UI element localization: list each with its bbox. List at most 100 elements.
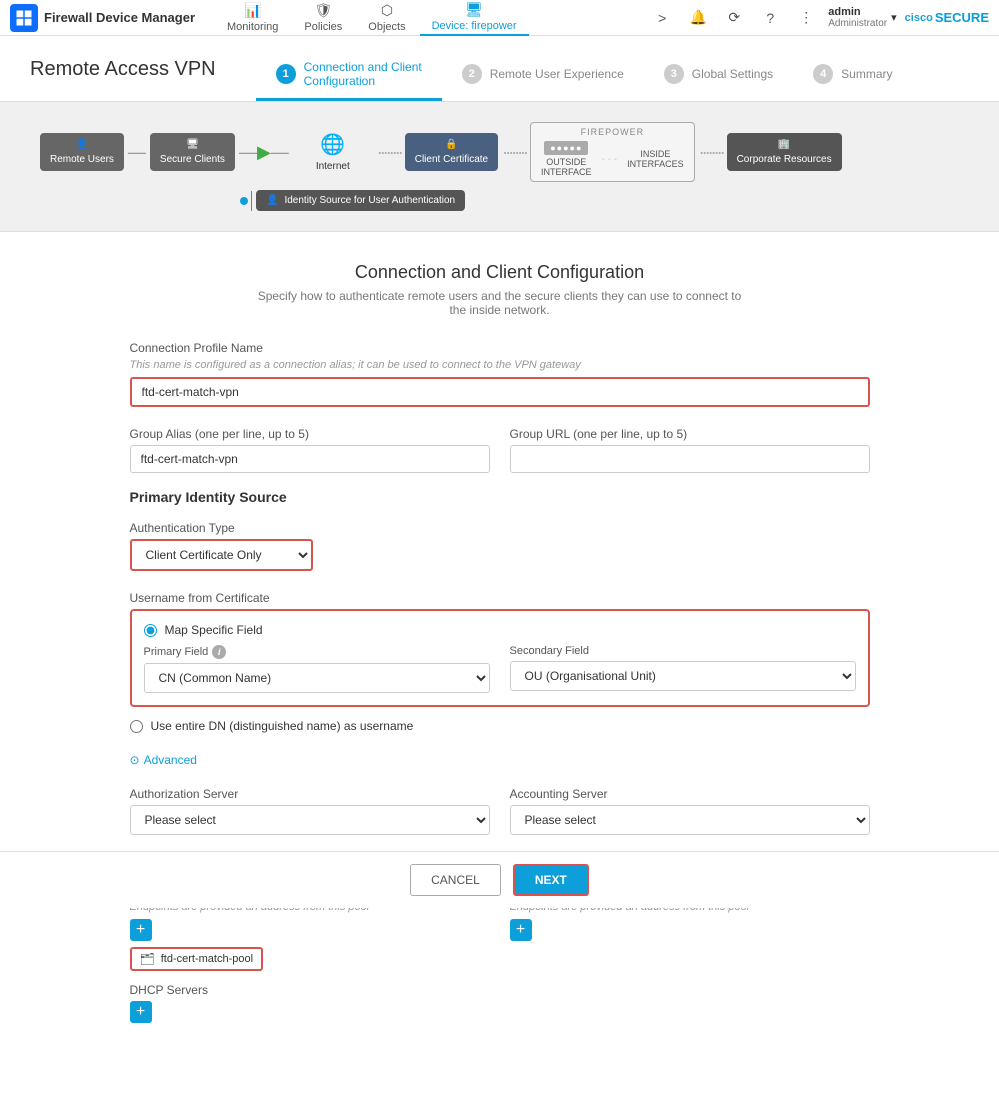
connector-5: ········ — [695, 142, 727, 163]
device-icon: 🖥 — [465, 1, 483, 18]
auth-server-select[interactable]: Please select — [130, 805, 490, 835]
connection-profile-input[interactable] — [130, 377, 870, 407]
top-nav: Firewall Device Manager 📊 Monitoring 🛡 P… — [0, 0, 999, 36]
auth-type-label: Authentication Type — [130, 521, 870, 535]
advanced-section: ⊙ Advanced — [130, 753, 870, 767]
map-specific-radio[interactable] — [144, 624, 157, 637]
step-2-num: 2 — [462, 64, 482, 84]
acct-server-label: Accounting Server — [510, 787, 870, 801]
username-cert-box: Map Specific Field Primary Field i CN (C… — [130, 609, 870, 707]
ipv4-add-button[interactable]: + — [130, 919, 152, 941]
secondary-field-select[interactable]: OU (Organisational Unit) CN (Common Name… — [510, 661, 856, 691]
group-url-input[interactable] — [510, 445, 870, 473]
more-icon[interactable]: ⋮ — [792, 4, 820, 32]
user-chevron-icon: ▾ — [891, 11, 897, 24]
nav-device[interactable]: 🖥 Device: firepower — [420, 0, 529, 36]
group-alias-input[interactable] — [130, 445, 490, 473]
step-3-num: 3 — [664, 64, 684, 84]
wizard-steps: 1 Connection and ClientConfiguration 2 R… — [256, 50, 913, 101]
cisco-logo: cisco SECURE — [905, 10, 989, 25]
auth-type-select[interactable]: Client Certificate Only AAA Only AAA and… — [132, 541, 311, 569]
wizard-step-1[interactable]: 1 Connection and ClientConfiguration — [256, 50, 442, 101]
nav-objects[interactable]: ⬡ Objects — [356, 0, 417, 36]
page-header: Remote Access VPN 1 Connection and Clien… — [0, 36, 999, 102]
dhcp-label: DHCP Servers — [130, 983, 870, 997]
page-title: Remote Access VPN — [30, 58, 216, 81]
user-role: Administrator — [828, 18, 887, 29]
group-alias-col: Group Alias (one per line, up to 5) — [130, 427, 490, 473]
cancel-button[interactable]: CANCEL — [410, 864, 501, 896]
nav-items: 📊 Monitoring 🛡 Policies ⬡ Objects 🖥 Devi… — [215, 0, 648, 36]
nav-right: > 🔔 ⟳ ? ⋮ admin Administrator ▾ cisco SE… — [648, 4, 989, 32]
diagram-remote-users: 👤 Remote Users — [40, 133, 124, 171]
primary-field-col: Primary Field i CN (Common Name) OU (Org… — [144, 645, 490, 693]
sync-icon[interactable]: ⟳ — [720, 4, 748, 32]
connection-profile-label: Connection Profile Name — [130, 341, 870, 355]
secondary-field-col: Secondary Field OU (Organisational Unit)… — [510, 645, 856, 693]
primary-field-info-icon[interactable]: i — [212, 645, 226, 659]
auth-type-highlight-box: Client Certificate Only AAA Only AAA and… — [130, 539, 313, 571]
group-row: Group Alias (one per line, up to 5) Grou… — [130, 427, 870, 473]
primary-field-select[interactable]: CN (Common Name) OU (Organisational Unit… — [144, 663, 490, 693]
dhcp-section: DHCP Servers + — [130, 983, 870, 1023]
nav-policies[interactable]: 🛡 Policies — [292, 0, 354, 36]
diagram-identity: 👤 Identity Source for User Authenticatio… — [256, 190, 465, 211]
diagram-sub-row: 👤 Identity Source for User Authenticatio… — [40, 190, 959, 211]
use-entire-dn-row: Use entire DN (distinguished name) as us… — [130, 719, 870, 733]
ipv6-add-button[interactable]: + — [510, 919, 532, 941]
wizard-step-3[interactable]: 3 Global Settings — [644, 54, 793, 97]
user-menu[interactable]: admin Administrator ▾ — [828, 6, 896, 29]
pool-tag-icon: 🗂 — [140, 952, 155, 966]
policies-icon: 🛡 — [314, 2, 332, 19]
use-dn-label: Use entire DN (distinguished name) as us… — [151, 719, 414, 733]
username-cert-label: Username from Certificate — [130, 591, 870, 605]
diagram-corporate: 🏢 Corporate Resources — [727, 133, 842, 171]
advanced-link[interactable]: ⊙ Advanced — [130, 753, 870, 767]
server-row: Authorization Server Please select Accou… — [130, 787, 870, 835]
step-4-label: Summary — [841, 67, 892, 81]
connector-3: ········ — [373, 142, 405, 163]
acct-server-select[interactable]: Please select — [510, 805, 870, 835]
app-title: Firewall Device Manager — [44, 10, 195, 25]
username-cert-section: Username from Certificate Map Specific F… — [130, 591, 870, 733]
notification-icon[interactable]: 🔔 — [684, 4, 712, 32]
map-specific-label: Map Specific Field — [165, 623, 263, 637]
primary-field-label: Primary Field i — [144, 645, 490, 659]
connector-4: ········ — [498, 142, 530, 163]
step-2-label: Remote User Experience — [490, 67, 624, 81]
field-row: Primary Field i CN (Common Name) OU (Org… — [144, 645, 856, 693]
help-icon[interactable]: ? — [756, 4, 784, 32]
auth-server-label: Authorization Server — [130, 787, 490, 801]
terminal-icon[interactable]: > — [648, 4, 676, 32]
group-url-label: Group URL (one per line, up to 5) — [510, 427, 870, 441]
dhcp-add-button[interactable]: + — [130, 1001, 152, 1023]
objects-icon: ⬡ — [381, 2, 393, 19]
nav-logo: Firewall Device Manager — [10, 4, 195, 32]
nav-monitoring[interactable]: 📊 Monitoring — [215, 0, 290, 36]
diagram-client-cert: 🔒 Client Certificate — [405, 133, 498, 171]
map-specific-row: Map Specific Field — [144, 623, 856, 637]
connector-2: —▶— — [235, 142, 293, 163]
ipv4-pool-tag: 🗂 ftd-cert-match-pool — [130, 947, 264, 971]
step-1-num: 1 — [276, 64, 296, 84]
main-content: Connection and Client Configuration Spec… — [90, 232, 910, 1053]
diagram-firepower: FIREPOWER ●●●●● OUTSIDEINTERFACE - - - I… — [530, 122, 695, 182]
acct-server-col: Accounting Server Please select — [510, 787, 870, 835]
auth-server-col: Authorization Server Please select — [130, 787, 490, 835]
step-3-label: Global Settings — [692, 67, 773, 81]
wizard-step-4[interactable]: 4 Summary — [793, 54, 912, 97]
secondary-field-label: Secondary Field — [510, 645, 856, 657]
diagram-area: 👤 Remote Users — 🖥 Secure Clients —▶— 🌐 … — [0, 102, 999, 232]
form-section-title: Connection and Client Configuration — [130, 262, 870, 283]
page-footer: CANCEL NEXT — [0, 851, 999, 908]
inside-interface: INSIDEINTERFACES — [627, 149, 684, 169]
app-logo-icon — [10, 4, 38, 32]
group-alias-label: Group Alias (one per line, up to 5) — [130, 427, 490, 441]
primary-identity-section: Primary Identity Source Authentication T… — [130, 489, 870, 571]
connection-profile-sublabel: This name is configured as a connection … — [130, 359, 870, 371]
diagram-internet: 🌐 Internet — [293, 126, 373, 178]
use-dn-radio[interactable] — [130, 720, 143, 733]
step-1-label: Connection and ClientConfiguration — [304, 60, 422, 88]
wizard-step-2[interactable]: 2 Remote User Experience — [442, 54, 644, 97]
next-button[interactable]: NEXT — [513, 864, 589, 896]
